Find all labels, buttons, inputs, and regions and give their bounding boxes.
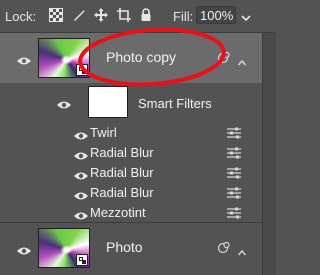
fill-input[interactable]: 100% bbox=[196, 6, 236, 24]
smart-filter-toggle-icon[interactable] bbox=[217, 241, 231, 255]
lock-all-icon[interactable] bbox=[138, 7, 154, 23]
chevron-up-icon[interactable] bbox=[237, 54, 247, 66]
blending-options-icon[interactable] bbox=[226, 166, 242, 179]
filter-name[interactable]: Radial Blur bbox=[90, 185, 154, 200]
blending-options-icon[interactable] bbox=[226, 206, 242, 219]
chevron-down-icon[interactable] bbox=[240, 10, 252, 22]
layers-toolbar: Lock: Fill: 100% bbox=[0, 0, 275, 33]
eye-icon[interactable] bbox=[16, 243, 32, 255]
eye-icon[interactable] bbox=[16, 53, 32, 65]
lock-label: Lock: bbox=[5, 9, 37, 24]
layer-row-photo-copy[interactable]: Photo copy bbox=[0, 33, 262, 83]
lock-transparent-pixels-icon[interactable] bbox=[48, 7, 64, 23]
lock-image-pixels-icon[interactable] bbox=[71, 7, 87, 23]
lock-position-icon[interactable] bbox=[93, 7, 109, 23]
blending-options-icon[interactable] bbox=[226, 186, 242, 199]
filter-item-radial-blur[interactable]: Radial Blur bbox=[0, 143, 262, 163]
scrollbar[interactable] bbox=[262, 33, 276, 275]
smart-filter-toggle-icon[interactable] bbox=[217, 51, 231, 65]
artboard-nesting-icon[interactable] bbox=[116, 7, 132, 23]
filter-item-radial-blur[interactable]: Radial Blur bbox=[0, 183, 262, 203]
filter-name[interactable]: Mezzotint bbox=[90, 205, 146, 220]
layer-name[interactable]: Photo bbox=[106, 239, 143, 255]
filter-name[interactable]: Radial Blur bbox=[90, 165, 154, 180]
layer-thumbnail[interactable] bbox=[38, 38, 90, 78]
layer-row-photo[interactable]: Photo bbox=[0, 223, 262, 273]
filter-item-twirl[interactable]: Twirl bbox=[0, 123, 262, 143]
layer-thumbnail[interactable] bbox=[38, 228, 90, 268]
eye-icon[interactable] bbox=[73, 188, 89, 200]
fill-label: Fill: bbox=[173, 9, 194, 24]
eye-icon[interactable] bbox=[73, 168, 89, 180]
smart-object-icon bbox=[76, 254, 88, 266]
chevron-up-icon[interactable] bbox=[237, 244, 247, 256]
eye-icon[interactable] bbox=[73, 148, 89, 160]
layers-panel: Lock: Fill: 100% Photo copy Smart Filter… bbox=[0, 0, 276, 275]
layer-name[interactable]: Photo copy bbox=[106, 49, 176, 65]
filter-name[interactable]: Radial Blur bbox=[90, 145, 154, 160]
eye-icon[interactable] bbox=[56, 97, 72, 109]
eye-icon[interactable] bbox=[73, 208, 89, 220]
filter-mask-thumbnail[interactable] bbox=[88, 86, 128, 118]
blending-options-icon[interactable] bbox=[226, 126, 242, 139]
filter-item-mezzotint[interactable]: Mezzotint bbox=[0, 203, 262, 223]
blending-options-icon[interactable] bbox=[226, 146, 242, 159]
smart-filters-label: Smart Filters bbox=[138, 96, 212, 111]
smart-filters-row[interactable]: Smart Filters bbox=[0, 84, 262, 122]
filter-name[interactable]: Twirl bbox=[90, 125, 117, 140]
eye-icon[interactable] bbox=[73, 128, 89, 140]
smart-object-icon bbox=[76, 64, 88, 76]
filter-item-radial-blur[interactable]: Radial Blur bbox=[0, 163, 262, 183]
